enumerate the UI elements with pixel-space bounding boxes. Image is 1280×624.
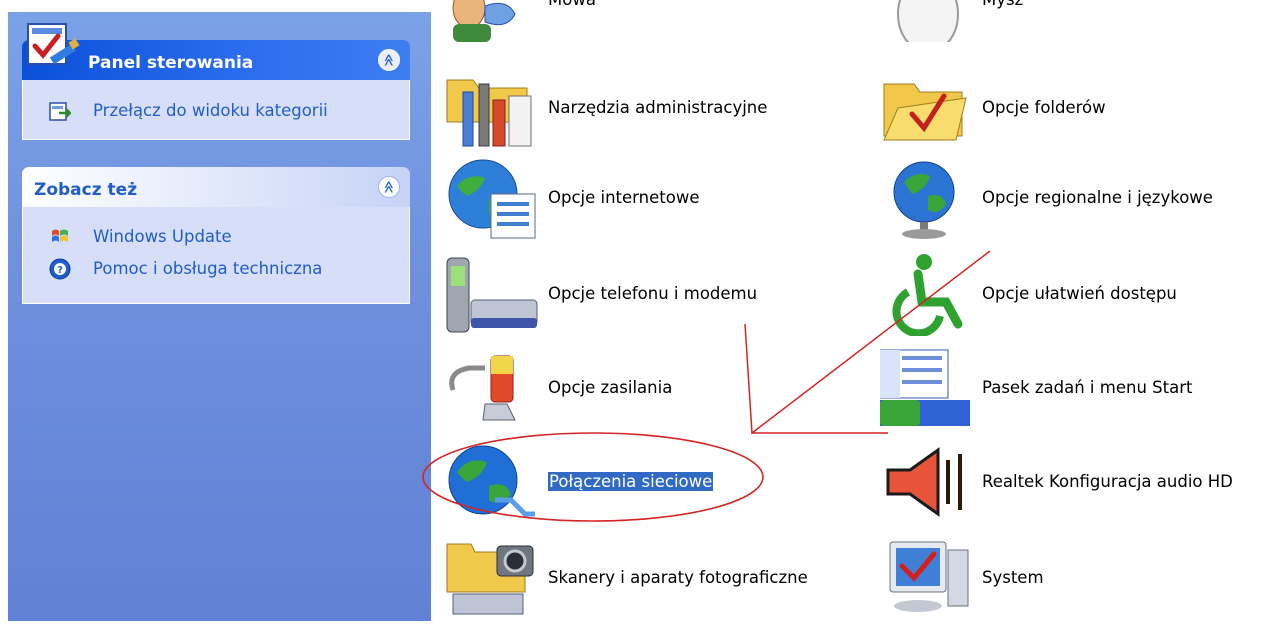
phone-modem-icon [445,252,540,336]
accessibility-label: Opcje ułatwień dostępu [982,284,1177,303]
taskbar-start-menu-label: Pasek zadań i menu Start [982,378,1193,397]
windows-update-icon [49,226,71,248]
control-panel-title: Panel sterowania [88,53,254,73]
control-panel-icon [26,22,80,74]
regional-options-label: Opcje regionalne i językowe [982,188,1213,207]
see-also-header[interactable]: Zobacz też ≪ [22,167,410,207]
help-icon: ? [49,258,71,280]
scanners-cameras-label: Skanery i aparaty fotograficzne [548,568,808,587]
switch-category-view-label: Przełącz do widoku kategorii [93,101,328,120]
regional-options-icon [880,156,975,240]
power-options-icon [445,346,540,430]
windows-update-label: Windows Update [93,227,232,246]
control-panel-header[interactable]: Panel sterowania ≪ [22,23,410,80]
network-connections-label: Połączenia sieciowe [548,472,714,491]
realtek-audio-label: Realtek Konfiguracja audio HD [982,472,1233,491]
speech-label: Mowa [548,0,596,9]
taskbar-start-menu-icon [879,346,975,430]
mouse-label: Mysz [982,0,1023,9]
switch-category-view-link[interactable]: Przełącz do widoku kategorii [23,94,409,126]
windows-update-link[interactable]: Windows Update [23,220,409,252]
speaker-icon [880,440,975,524]
accessibility-icon [880,252,975,338]
folder-options-label: Opcje folderów [982,98,1106,117]
system-label: System [982,568,1044,587]
speech-icon [445,0,540,42]
internet-options-icon [445,156,540,240]
scanners-cameras-icon [445,536,540,620]
help-support-label: Pomoc i obsługa techniczna [93,259,323,278]
svg-text:?: ? [57,265,63,276]
help-support-link[interactable]: ? Pomoc i obsługa techniczna [23,252,409,284]
see-also-box: Zobacz też ≪ Windows Update ? Pomoc i ob… [22,167,410,304]
network-connections-icon [445,440,540,524]
folder-options-icon [880,66,975,150]
phone-modem-label: Opcje telefonu i modemu [548,284,758,303]
admin-tools-icon [445,66,540,150]
collapse-chevron-icon[interactable]: ≪ [378,176,400,198]
collapse-chevron-icon[interactable]: ≪ [378,49,400,71]
mouse-icon [880,0,975,53]
power-options-label: Opcje zasilania [548,378,673,397]
category-view-icon [49,100,73,122]
control-panel-box: Panel sterowania ≪ Przełącz do widoku ka… [22,23,410,140]
admin-tools-label: Narzędzia administracyjne [548,98,768,117]
task-pane: Panel sterowania ≪ Przełącz do widoku ka… [8,12,431,621]
internet-options-label: Opcje internetowe [548,188,700,207]
see-also-title: Zobacz też [34,180,138,200]
system-icon [880,536,975,620]
